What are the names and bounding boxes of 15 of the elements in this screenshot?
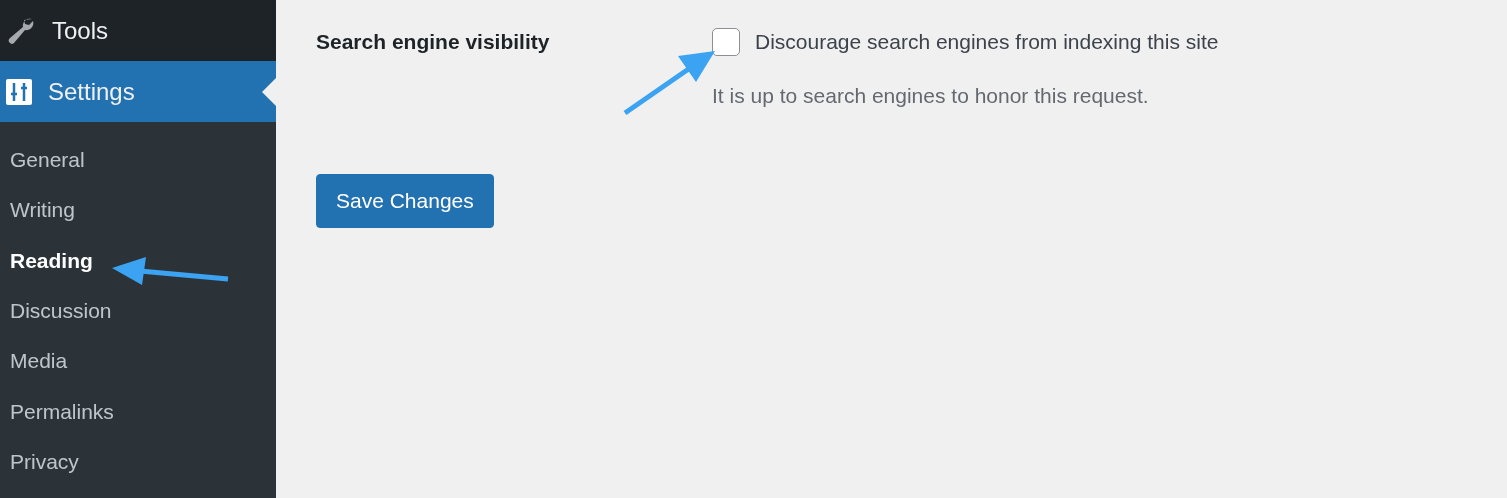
checkbox-label: Discourage search engines from indexing this site [755, 30, 1219, 54]
save-button[interactable]: Save Changes [316, 174, 494, 228]
submenu-item[interactable]: Privacy [0, 436, 276, 488]
submenu-item[interactable]: Writing [0, 185, 276, 236]
sliders-icon [6, 78, 32, 105]
menu-item[interactable]: Tools [0, 0, 276, 61]
setting-label: Search engine visibility [316, 29, 550, 54]
menu-item[interactable]: Settings [0, 61, 276, 122]
submenu-item[interactable]: Reading [0, 235, 276, 286]
setting-description: It is up to search engines to honor this request. [712, 84, 1150, 108]
submenu-item[interactable]: Media [0, 336, 276, 387]
checkbox[interactable] [712, 28, 740, 56]
submenu-item[interactable]: General [0, 135, 276, 186]
submenu-item[interactable]: Discussion [0, 285, 276, 337]
submenu-item[interactable]: Permalinks [0, 386, 276, 437]
